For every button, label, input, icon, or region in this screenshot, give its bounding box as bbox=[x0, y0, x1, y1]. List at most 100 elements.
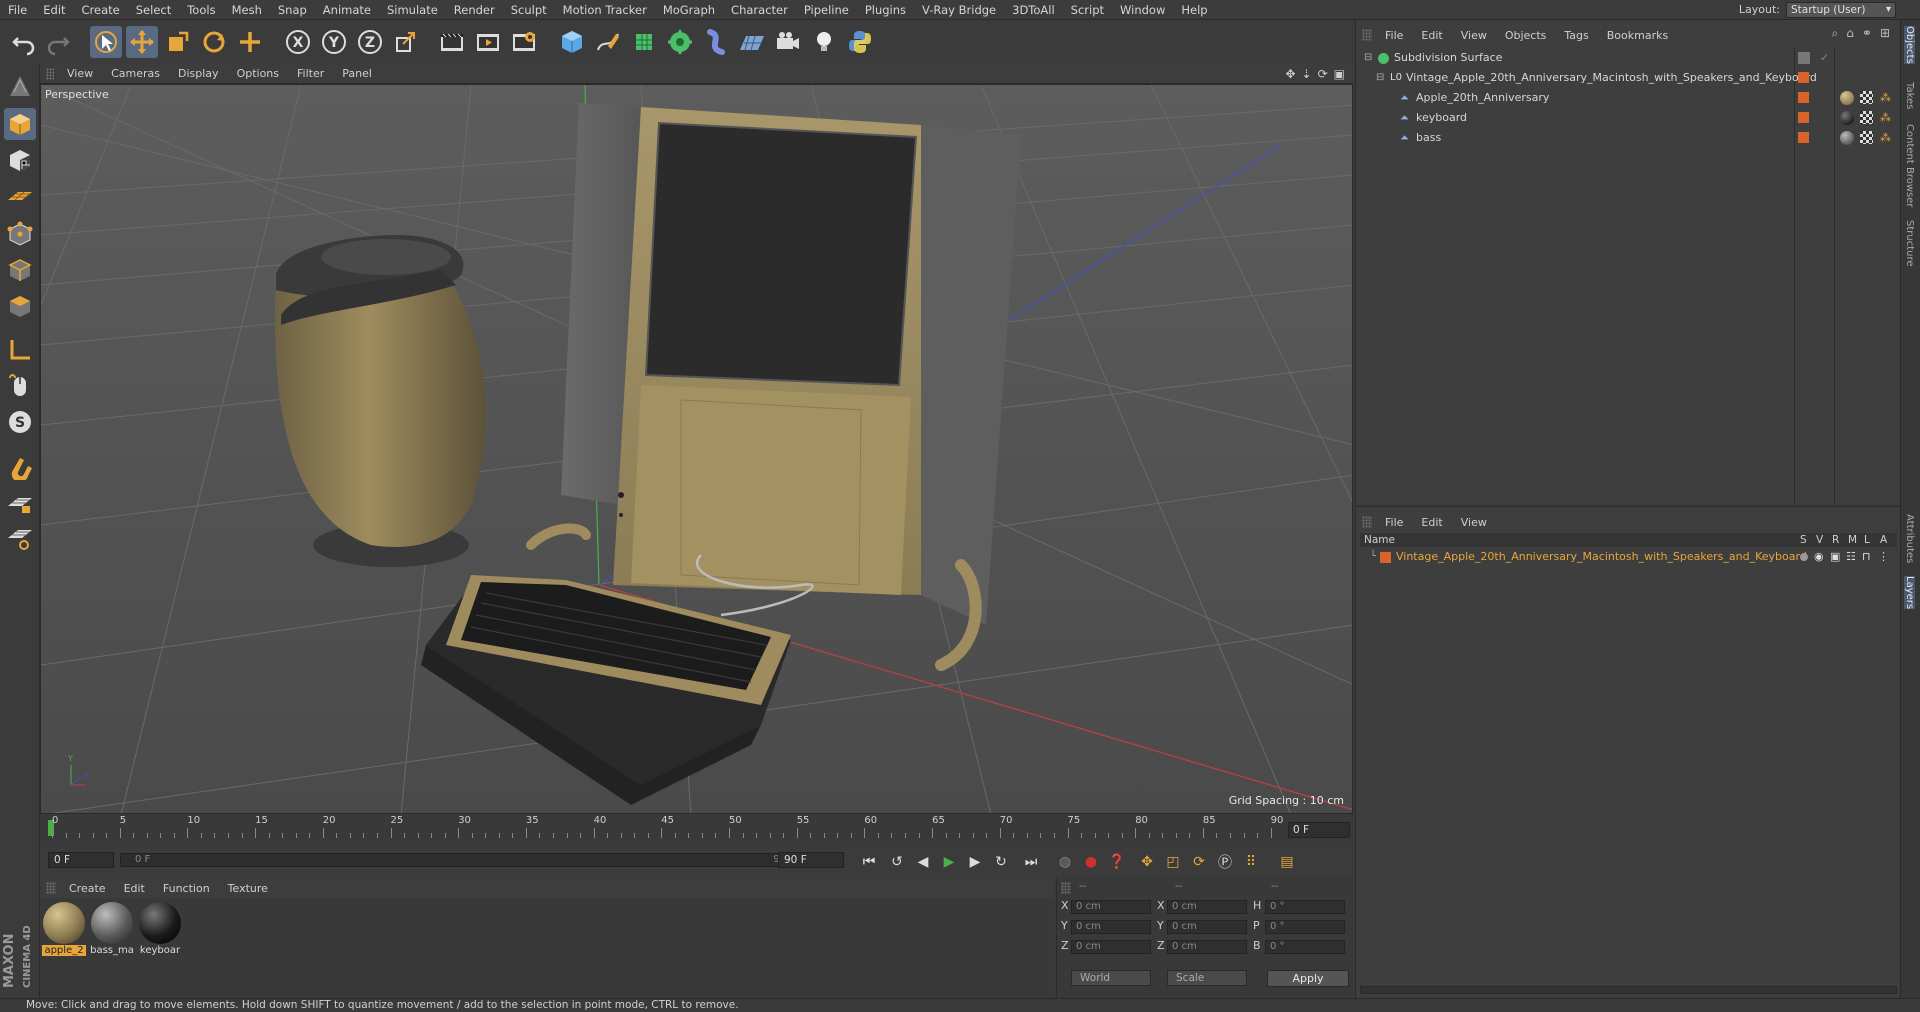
viewport-menu-panel[interactable]: Panel bbox=[333, 67, 381, 80]
subdivision-surface-icon[interactable] bbox=[628, 26, 660, 58]
layer-horizontal-scrollbar[interactable] bbox=[1360, 986, 1897, 994]
record-active-icon[interactable]: ● bbox=[1080, 852, 1102, 872]
menu-3dtoall[interactable]: 3DToAll bbox=[1004, 3, 1063, 17]
tab-objects[interactable]: Objects bbox=[1904, 26, 1915, 64]
pos-x-field[interactable]: 0 cm bbox=[1071, 900, 1151, 914]
phong-tag-icon[interactable]: ⁂ bbox=[1880, 108, 1891, 128]
object-row-bass[interactable]: ⏶ bass ⁂ bbox=[1356, 128, 1901, 148]
search-icon[interactable]: ⌕ bbox=[1832, 26, 1839, 41]
menu-render[interactable]: Render bbox=[446, 3, 503, 17]
points-mode-icon[interactable] bbox=[4, 218, 36, 250]
floor-icon[interactable] bbox=[736, 26, 768, 58]
live-selection-icon[interactable] bbox=[90, 26, 122, 58]
locked-workplane-icon[interactable] bbox=[4, 486, 36, 518]
size-mode-select[interactable]: Scale bbox=[1167, 970, 1247, 986]
layout-select[interactable]: Startup (User) bbox=[1786, 2, 1896, 18]
redo-icon[interactable] bbox=[42, 26, 74, 58]
spline-pen-icon[interactable] bbox=[592, 26, 624, 58]
object-row-subdivision[interactable]: ⊟ Subdivision Surface ✓ bbox=[1356, 48, 1901, 68]
object-menu-bookmarks[interactable]: Bookmarks bbox=[1598, 29, 1677, 42]
menu-motion-tracker[interactable]: Motion Tracker bbox=[555, 3, 655, 17]
x-axis-icon[interactable]: X bbox=[282, 26, 314, 58]
python-icon[interactable] bbox=[844, 26, 876, 58]
menu-file[interactable]: File bbox=[0, 3, 35, 17]
layer-visible-icon[interactable]: ◉ bbox=[1814, 547, 1824, 567]
material-menu-function[interactable]: Function bbox=[154, 882, 219, 895]
object-menu-file[interactable]: File bbox=[1376, 29, 1412, 42]
z-axis-icon[interactable]: Z bbox=[354, 26, 386, 58]
layer-lock-icon[interactable]: ⊓ bbox=[1862, 547, 1871, 567]
layer-row[interactable]: └ Vintage_Apple_20th_Anniversary_Macinto… bbox=[1356, 547, 1901, 567]
collapse-icon[interactable]: ⊟ bbox=[1376, 68, 1384, 88]
make-editable-icon[interactable] bbox=[4, 70, 36, 102]
size-z-field[interactable]: 0 cm bbox=[1167, 940, 1247, 954]
material-menu-create[interactable]: Create bbox=[60, 882, 115, 895]
viewport-menu-view[interactable]: View bbox=[58, 67, 102, 80]
menu-tools[interactable]: Tools bbox=[179, 3, 223, 17]
material-menu-edit[interactable]: Edit bbox=[115, 882, 154, 895]
tab-structure[interactable]: Structure bbox=[1904, 220, 1915, 267]
layer-color-tag[interactable] bbox=[1798, 112, 1809, 123]
camera-icon[interactable] bbox=[772, 26, 804, 58]
deformer-icon[interactable] bbox=[700, 26, 732, 58]
menu-window[interactable]: Window bbox=[1112, 3, 1173, 17]
uvw-tag-icon[interactable] bbox=[1860, 91, 1873, 104]
model-mode-icon[interactable] bbox=[4, 108, 36, 140]
layer-color-tag[interactable] bbox=[1798, 132, 1809, 143]
render-settings-icon[interactable] bbox=[508, 26, 540, 58]
object-row-keyboard[interactable]: ⏶ keyboard ⁂ bbox=[1356, 108, 1901, 128]
menu-edit[interactable]: Edit bbox=[35, 3, 73, 17]
workplane-icon[interactable] bbox=[4, 180, 36, 212]
layer-menu-file[interactable]: File bbox=[1376, 516, 1412, 529]
texture-mode-icon[interactable] bbox=[4, 144, 36, 176]
menu-sculpt[interactable]: Sculpt bbox=[503, 3, 555, 17]
cloner-icon[interactable] bbox=[664, 26, 696, 58]
timeline-window-icon[interactable]: ▤ bbox=[1276, 852, 1298, 872]
uvw-tag-icon[interactable] bbox=[1860, 131, 1873, 144]
render-view-icon[interactable] bbox=[436, 26, 468, 58]
record-motion-icon[interactable]: ◍ bbox=[1054, 852, 1076, 872]
move-tool-icon[interactable] bbox=[126, 26, 158, 58]
rot-b-field[interactable]: 0 ° bbox=[1265, 940, 1345, 954]
apply-button[interactable]: Apply bbox=[1267, 970, 1349, 987]
key-rotation-icon[interactable]: ⟳ bbox=[1188, 852, 1210, 872]
new-window-icon[interactable]: ⊞ bbox=[1880, 26, 1890, 41]
menu-create[interactable]: Create bbox=[74, 3, 128, 17]
coords-grip-icon[interactable] bbox=[1061, 882, 1071, 894]
material-grip-icon[interactable] bbox=[46, 882, 56, 894]
material-apple[interactable]: apple_2 bbox=[42, 902, 86, 960]
scale-tool-icon[interactable] bbox=[162, 26, 194, 58]
previous-frame-icon[interactable]: ◀ bbox=[912, 852, 934, 872]
menu-simulate[interactable]: Simulate bbox=[379, 3, 446, 17]
dolly-icon[interactable]: ⇣ bbox=[1302, 67, 1312, 81]
material-menu-texture[interactable]: Texture bbox=[219, 882, 277, 895]
collapse-icon[interactable]: ⊟ bbox=[1364, 48, 1372, 68]
y-axis-icon[interactable]: Y bbox=[318, 26, 350, 58]
object-menu-edit[interactable]: Edit bbox=[1412, 29, 1451, 42]
layer-grip-icon[interactable] bbox=[1362, 516, 1372, 528]
viewport-grip-icon[interactable] bbox=[46, 67, 54, 80]
timeline[interactable]: 0 5 10 15 20 25 30 35 40 45 50 55 60 65 70 75 80 85 90 bbox=[40, 814, 1353, 846]
material-tag-icon[interactable] bbox=[1840, 131, 1854, 145]
coordinate-system-icon[interactable] bbox=[390, 26, 422, 58]
home-icon[interactable]: ⌂ bbox=[1846, 26, 1854, 41]
menu-animate[interactable]: Animate bbox=[315, 3, 379, 17]
viewport-menu-filter[interactable]: Filter bbox=[288, 67, 333, 80]
pan-icon[interactable]: ✥ bbox=[1285, 67, 1295, 81]
object-menu-view[interactable]: View bbox=[1452, 29, 1496, 42]
perspective-viewport[interactable]: Y Z Perspective Grid Spacing : 10 cm bbox=[40, 84, 1353, 814]
pos-z-field[interactable]: 0 cm bbox=[1071, 940, 1151, 954]
phong-tag-icon[interactable]: ⁂ bbox=[1880, 88, 1891, 108]
layer-render-icon[interactable]: ▣ bbox=[1830, 547, 1840, 567]
layer-solo-icon[interactable] bbox=[1800, 553, 1808, 561]
menu-mograph[interactable]: MoGraph bbox=[655, 3, 723, 17]
end-frame-field[interactable]: 90 F bbox=[778, 852, 844, 868]
maximize-view-icon[interactable]: ▣ bbox=[1334, 67, 1345, 81]
material-keyboard[interactable]: keyboar bbox=[138, 902, 182, 960]
editor-visibility-icon[interactable] bbox=[1798, 52, 1810, 64]
material-tag-icon[interactable] bbox=[1840, 111, 1854, 125]
viewport-menu-display[interactable]: Display bbox=[169, 67, 228, 80]
menu-select[interactable]: Select bbox=[128, 3, 179, 17]
enable-axis-icon[interactable] bbox=[4, 334, 36, 366]
autokey-icon[interactable]: ❓ bbox=[1106, 852, 1128, 872]
